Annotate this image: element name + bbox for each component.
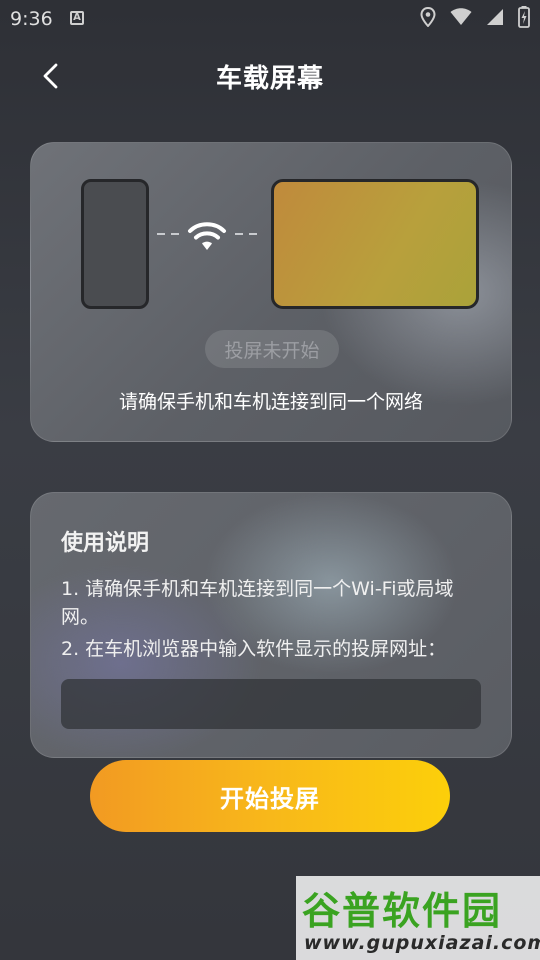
connection-dash: [157, 233, 165, 235]
status-bar: 9:36 A: [0, 0, 540, 36]
start-casting-button[interactable]: 开始投屏: [90, 760, 450, 832]
wifi-signal-icon: [450, 8, 472, 25]
instruction-step-1: 1. 请确保手机和车机连接到同一个Wi-Fi或局域网。: [61, 578, 454, 628]
watermark-title: 谷普软件园: [302, 889, 503, 933]
cast-url-field[interactable]: [61, 679, 481, 729]
battery-icon: [518, 6, 530, 28]
status-time: 9:36: [10, 8, 53, 30]
notification-icon: A: [70, 11, 84, 25]
instruction-step-2: 2. 在车机浏览器中输入软件显示的投屏网址：: [61, 638, 447, 660]
connection-dash: [171, 233, 179, 235]
watermark: 谷普软件园 www.gupuxiazai.com: [296, 876, 540, 960]
network-tip: 请确保手机和车机连接到同一个网络: [118, 391, 423, 413]
phone-illustration: [81, 179, 149, 309]
connection-dash: [235, 233, 243, 235]
instructions-title: 使用说明: [61, 531, 150, 556]
wifi-icon: [188, 222, 226, 250]
instructions-card: 使用说明 1. 请确保手机和车机连接到同一个Wi-Fi或局域网。 2. 在车机浏…: [30, 492, 512, 758]
watermark-url: www.gupuxiazai.com: [304, 932, 540, 954]
page-title: 车载屏幕: [215, 64, 324, 94]
header: 车载屏幕: [0, 50, 540, 100]
connection-card: 投屏未开始 请确保手机和车机连接到同一个网络: [30, 142, 512, 442]
location-icon: [420, 7, 436, 27]
status-icons: [420, 6, 530, 28]
car-screen-illustration: [271, 179, 479, 309]
cast-url-text: [61, 679, 481, 703]
cast-status-badge: 投屏未开始: [205, 330, 339, 368]
cell-signal-icon: [487, 9, 503, 25]
connection-dash: [249, 233, 257, 235]
